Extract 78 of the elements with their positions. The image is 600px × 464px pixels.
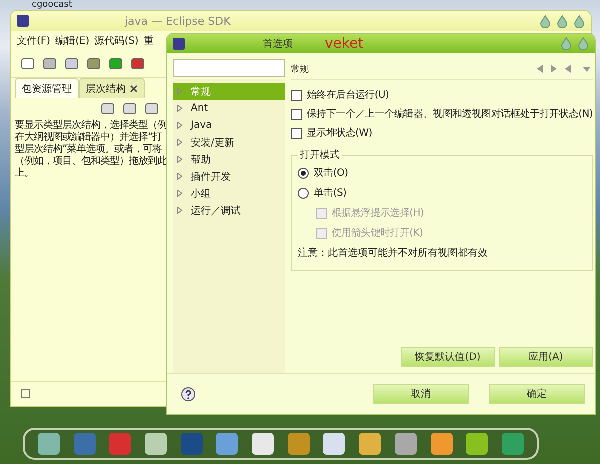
expand-arrow-icon[interactable] bbox=[177, 173, 183, 180]
tree-label: 安装/更新 bbox=[191, 136, 234, 150]
dialog-button[interactable]: 取消 bbox=[373, 384, 469, 404]
page-button[interactable]: 应用(A) bbox=[498, 347, 593, 367]
option-label: 使用箭头键时打开(K) bbox=[332, 226, 424, 240]
dialog-button[interactable]: 确定 bbox=[489, 384, 585, 404]
page-button[interactable]: 恢复默认值(D) bbox=[400, 347, 495, 367]
app-icon[interactable] bbox=[38, 433, 60, 455]
menu-item[interactable]: 源代码(S) bbox=[94, 34, 139, 48]
option-label: 根据悬浮提示选择(H) bbox=[332, 206, 424, 220]
tree-item[interactable]: 插件开发 bbox=[173, 168, 285, 185]
tree-label: 帮助 bbox=[191, 154, 211, 166]
tree-label: 运行／调试 bbox=[191, 204, 241, 218]
tab-label: 包资源管理 bbox=[22, 82, 72, 96]
option-label: 保持下一个／上一个编辑器、视图和透视图对话框处于打开状态(N) bbox=[307, 108, 593, 121]
app-icon[interactable] bbox=[323, 433, 346, 455]
app-icon[interactable] bbox=[252, 433, 274, 455]
option-label: 始终在后台运行(U) bbox=[307, 88, 390, 102]
app-icon[interactable] bbox=[394, 433, 417, 455]
radio-button[interactable] bbox=[298, 168, 309, 178]
checkbox[interactable] bbox=[291, 108, 302, 120]
option-label: 双击(O) bbox=[314, 166, 348, 180]
note-text: 注意：此首选项可能并不对所有视图都有效 bbox=[298, 246, 489, 260]
tree-label: 插件开发 bbox=[191, 170, 231, 184]
expand-arrow-icon[interactable] bbox=[177, 207, 183, 214]
status-icon bbox=[21, 389, 31, 399]
menu-item[interactable]: 重 bbox=[144, 34, 154, 48]
app-icon bbox=[173, 38, 185, 50]
radio-button[interactable] bbox=[298, 188, 309, 198]
tree-item[interactable]: 运行／调试 bbox=[173, 202, 285, 219]
expand-arrow-icon[interactable] bbox=[177, 156, 183, 163]
checkbox[interactable] bbox=[291, 90, 302, 100]
window-title: java — Eclipse SDK bbox=[125, 14, 232, 28]
tree-item[interactable]: 帮助 bbox=[173, 151, 285, 168]
desktop-label: cgoocast bbox=[32, 0, 72, 10]
dialog-title: 首选项 bbox=[263, 38, 293, 50]
expand-arrow-icon[interactable] bbox=[177, 105, 183, 112]
tree-item[interactable]: Java bbox=[173, 117, 285, 134]
app-icon[interactable] bbox=[216, 433, 238, 455]
view-tab[interactable]: 包资源管理 bbox=[15, 78, 79, 98]
app-icon[interactable] bbox=[288, 433, 310, 455]
window-control-icon[interactable] bbox=[540, 14, 551, 28]
veket-label: veket bbox=[325, 36, 365, 52]
tree-label: Ant bbox=[191, 103, 208, 114]
filter-field[interactable] bbox=[173, 59, 285, 77]
option-label: 单击(S) bbox=[314, 186, 347, 200]
view-tab[interactable]: 层次结构 bbox=[79, 78, 145, 98]
app-icon bbox=[17, 15, 29, 27]
hint-text: 型层次结构”菜单选项。或者，可将 bbox=[15, 144, 164, 156]
window-control-icon[interactable] bbox=[574, 14, 585, 28]
menu-item[interactable]: 文件(F) bbox=[17, 34, 51, 48]
tree-label: 常规 bbox=[191, 86, 211, 98]
expand-arrow-icon[interactable] bbox=[177, 122, 183, 129]
app-icon[interactable] bbox=[359, 433, 382, 455]
hint-text: 上。 bbox=[15, 168, 35, 180]
help-icon[interactable] bbox=[181, 386, 196, 402]
tree-item[interactable]: 小组 bbox=[173, 185, 285, 202]
app-icon[interactable] bbox=[144, 433, 167, 455]
option-label: 显示堆状态(W) bbox=[307, 126, 372, 140]
app-icon[interactable] bbox=[466, 433, 488, 455]
navigation-icon[interactable] bbox=[534, 64, 593, 74]
window-control-icon[interactable] bbox=[557, 14, 568, 28]
close-icon[interactable] bbox=[130, 84, 138, 92]
tab-label: 层次结构 bbox=[86, 82, 126, 96]
hint-text: 在大纲视图或编辑器中）并选择“打 bbox=[15, 132, 164, 144]
app-icon[interactable] bbox=[430, 433, 453, 455]
tree-label: Java bbox=[191, 120, 212, 131]
group-title: 打开模式 bbox=[299, 148, 341, 162]
page-title: 常规 bbox=[291, 64, 310, 76]
tree-label: 小组 bbox=[191, 188, 211, 200]
menu-item[interactable]: 编辑(E) bbox=[56, 34, 90, 48]
expand-arrow-icon[interactable] bbox=[177, 139, 183, 146]
tree-item[interactable]: Ant bbox=[173, 100, 285, 117]
expand-arrow-icon[interactable] bbox=[177, 190, 183, 197]
window-control-icon[interactable] bbox=[578, 37, 589, 50]
checkbox[interactable] bbox=[291, 128, 302, 138]
window-control-icon[interactable] bbox=[561, 37, 572, 50]
tree-item[interactable]: 安装/更新 bbox=[173, 134, 285, 151]
